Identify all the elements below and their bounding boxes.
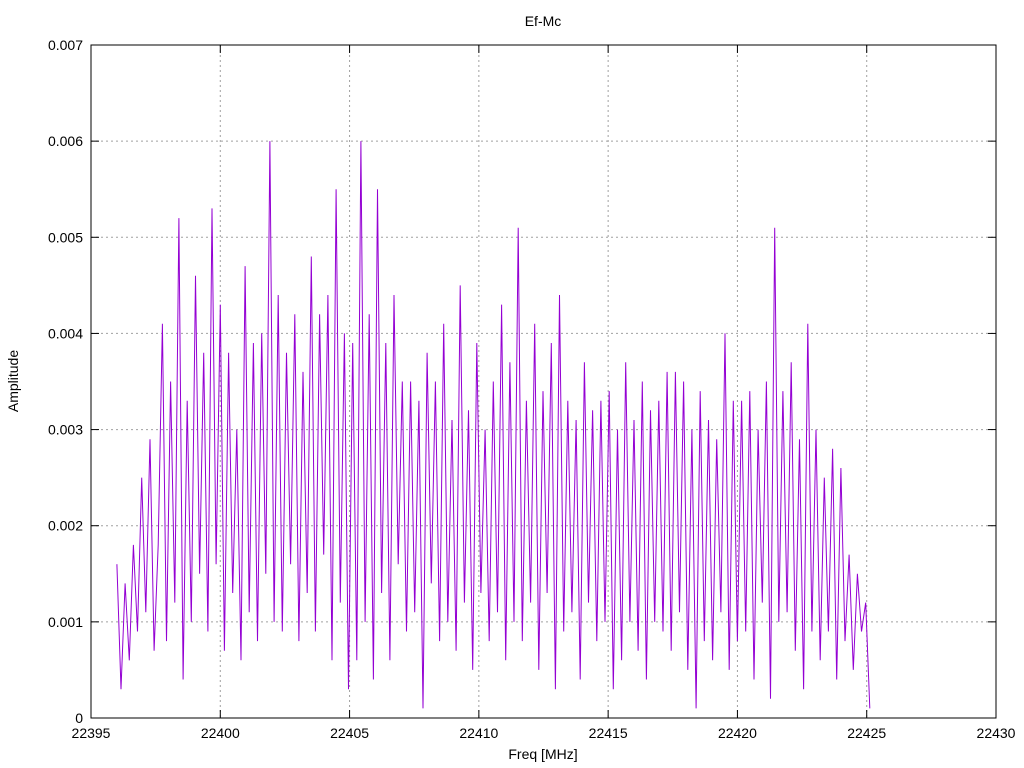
y-tick-label: 0.006 <box>48 133 83 149</box>
series-line <box>116 141 871 709</box>
x-tick-label: 22400 <box>201 725 240 741</box>
x-axis-label: Freq [MHz] <box>508 746 577 762</box>
y-axis-label: Amplitude <box>5 350 21 412</box>
x-tick-label: 22410 <box>459 725 498 741</box>
y-tick-label: 0.007 <box>48 37 83 53</box>
y-tick-label: 0.005 <box>48 229 83 245</box>
x-tick-label: 22430 <box>977 725 1016 741</box>
y-tick-label: 0.003 <box>48 422 83 438</box>
y-tick-label: 0.001 <box>48 614 83 630</box>
chart: Ef-Mc Freq [MHz] Amplitude 22395 22400 224… <box>5 13 1016 762</box>
chart-title: Ef-Mc <box>525 13 562 29</box>
x-tick-label: 22415 <box>589 725 628 741</box>
x-tick-label: 22405 <box>330 725 369 741</box>
y-tick-label: 0.004 <box>48 325 83 341</box>
x-tick-label: 22395 <box>72 725 111 741</box>
x-tick-label: 22420 <box>718 725 757 741</box>
y-tick-label: 0 <box>75 710 83 726</box>
y-tick-label: 0.002 <box>48 518 83 534</box>
x-tick-label: 22425 <box>847 725 886 741</box>
